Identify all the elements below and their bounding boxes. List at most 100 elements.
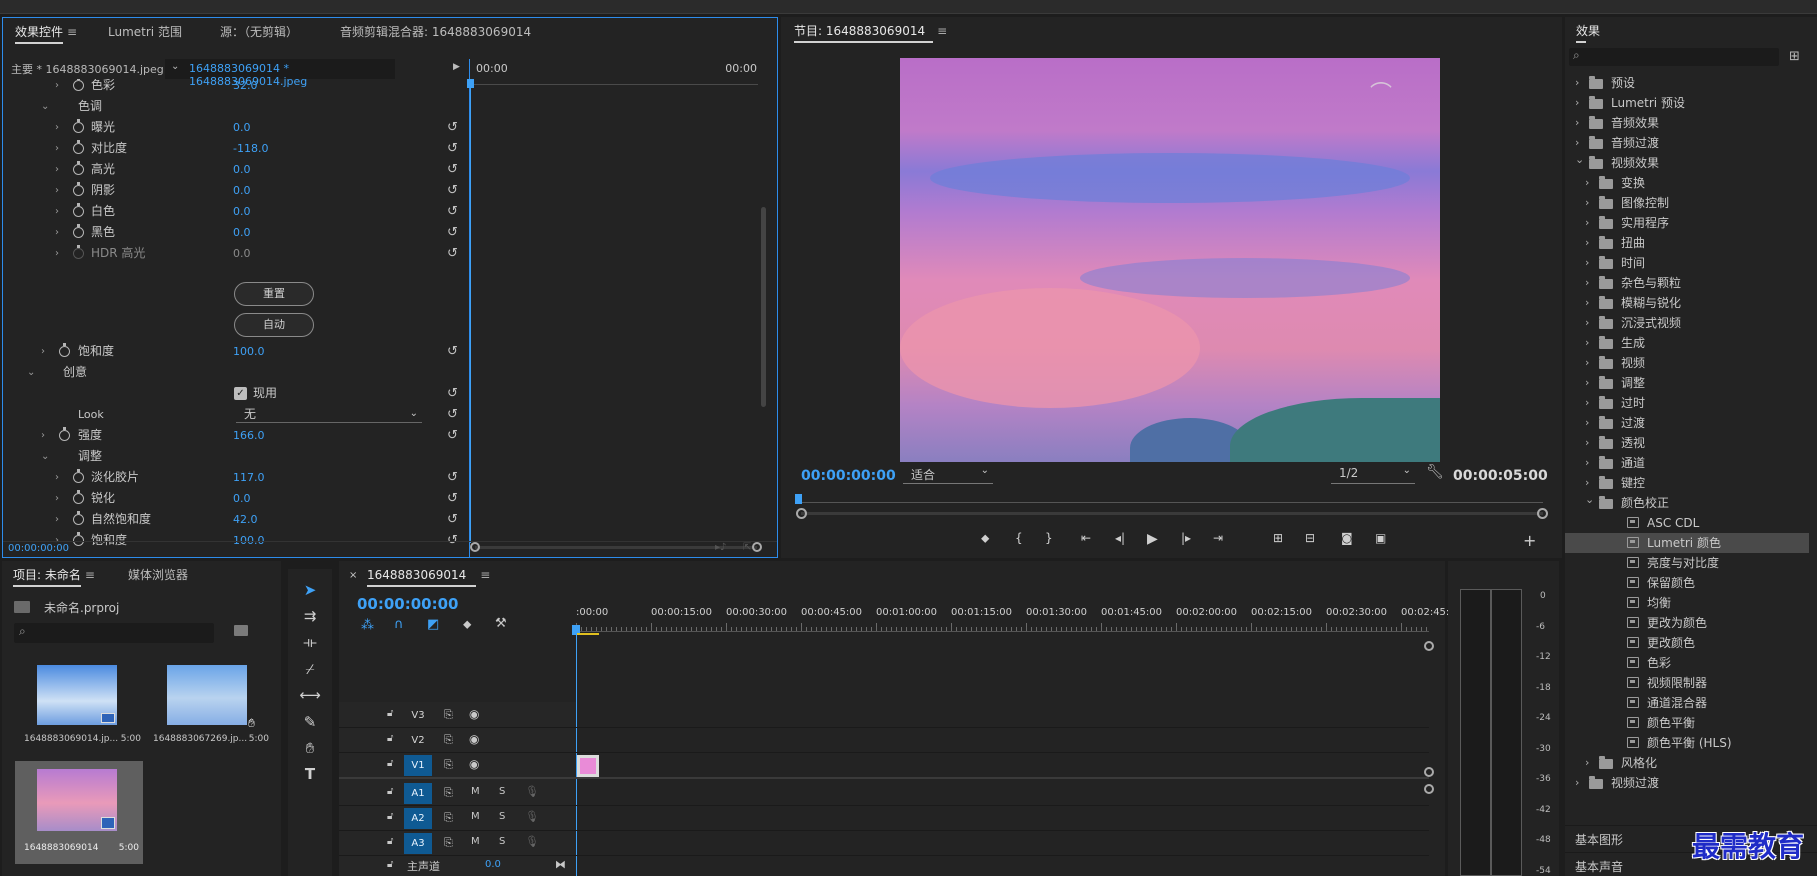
enable-row[interactable]: ✓ 现用 ↺ (3, 383, 469, 404)
chevron-right-icon[interactable]: › (1585, 313, 1589, 333)
chevron-right-icon[interactable]: › (1585, 193, 1589, 213)
new-bin-icon[interactable] (234, 625, 248, 636)
master-value[interactable]: 0.0 (485, 859, 501, 870)
mark-out-icon[interactable]: } (1045, 531, 1053, 545)
lock-icon[interactable]: 🔓︎ (387, 786, 393, 797)
work-area-bar[interactable] (577, 633, 599, 635)
footer-timecode[interactable]: 00:00:00:00 (8, 543, 69, 554)
effects-folder[interactable]: › 视频 (1565, 353, 1809, 373)
effect-item[interactable]: 色彩 (1565, 653, 1809, 673)
property-row-vibrance[interactable]: › 自然饱和度 42.0 ↺ (3, 509, 469, 530)
play-icon[interactable]: ▶ (1147, 531, 1158, 547)
reset-icon[interactable]: ↺ (447, 180, 458, 201)
reset-icon[interactable]: ↺ (447, 383, 458, 404)
wrench-icon[interactable]: 🔧︎ (1426, 464, 1444, 480)
chevron-right-icon[interactable]: › (55, 117, 59, 138)
reset-icon[interactable]: ↺ (447, 467, 458, 488)
effects-folder[interactable]: › 实用程序 (1565, 213, 1809, 233)
track-target-a1[interactable]: A1 (404, 783, 432, 804)
timeline-vscroll-handle[interactable] (1424, 641, 1434, 651)
play-only-icon[interactable]: ▶ (453, 62, 460, 72)
mark-in-icon[interactable]: { (1015, 531, 1023, 545)
property-row-intensity[interactable]: › 强度 166.0 ↺ (3, 425, 469, 446)
track-target-v2[interactable]: V2 (404, 730, 432, 751)
mute-button[interactable]: M (471, 811, 480, 822)
property-value[interactable]: 0.0 (233, 488, 251, 509)
effects-folder[interactable]: › 杂色与颗粒 (1565, 273, 1809, 293)
chevron-right-icon[interactable]: › (1585, 213, 1589, 233)
filter-icon[interactable]: ▸♪ (715, 542, 726, 553)
effect-item[interactable]: 通道混合器 (1565, 693, 1809, 713)
microphone-icon[interactable]: 🎙︎ (525, 810, 539, 823)
property-row-exposure[interactable]: › 曝光 0.0 ↺ (3, 117, 469, 138)
snap-icon[interactable]: ∩ (394, 617, 404, 632)
chevron-right-icon[interactable]: › (1585, 393, 1589, 413)
nest-icon[interactable]: ⁂ (361, 618, 374, 633)
program-playhead[interactable] (795, 494, 802, 504)
enable-checkbox[interactable]: ✓ (234, 387, 247, 400)
stopwatch-icon[interactable] (73, 119, 84, 133)
reset-icon[interactable]: ↺ (447, 509, 458, 530)
microphone-icon[interactable]: 🎙︎ (525, 835, 539, 848)
effects-folder[interactable]: › 音频效果 (1565, 113, 1809, 133)
tab-media-browser[interactable]: 媒体浏览器 (128, 561, 188, 589)
track-target-v3[interactable]: V3 (404, 705, 432, 726)
chevron-right-icon[interactable]: › (1585, 453, 1589, 473)
reset-icon[interactable]: ↺ (447, 488, 458, 509)
effects-folder[interactable]: › 风格化 (1565, 753, 1809, 773)
settings-wrench-icon[interactable]: ⚒ (495, 616, 507, 631)
razor-tool-icon[interactable]: ⌿ (288, 660, 332, 678)
pen-tool-icon[interactable]: ✎ (288, 713, 332, 731)
sync-lock-icon[interactable]: ⎘ (444, 836, 453, 850)
effects-folder[interactable]: › 键控 (1565, 473, 1809, 493)
section-tone[interactable]: ⌄ 色调 (3, 96, 469, 117)
look-select[interactable]: 无 ⌄ (236, 406, 422, 423)
resolution-select[interactable]: 1/2 ⌄ (1331, 465, 1415, 484)
stopwatch-icon[interactable] (73, 182, 84, 196)
chevron-right-icon[interactable]: › (1585, 253, 1589, 273)
sync-lock-icon[interactable]: ⎘ (444, 786, 453, 800)
effects-folder[interactable]: › Lumetri 预设 (1565, 93, 1809, 113)
lock-icon[interactable]: 🔓︎ (387, 811, 393, 822)
tab-lumetri-scopes[interactable]: Lumetri 范围 (108, 18, 182, 46)
section-adjust[interactable]: ⌄ 调整 (3, 446, 469, 467)
export-icon[interactable]: ⇱ (743, 542, 751, 553)
property-row-contrast[interactable]: › 对比度 -118.0 ↺ (3, 138, 469, 159)
reset-icon[interactable]: ↺ (447, 201, 458, 222)
solo-button[interactable]: S (499, 786, 505, 797)
program-title[interactable]: 节目: 1648883069014 ≡ (794, 17, 947, 45)
timeline-timecode[interactable]: 00:00:00:00 (357, 595, 459, 613)
chevron-right-icon[interactable]: › (1585, 233, 1589, 253)
audio-track-a2[interactable]: 🔓︎ A2 ⎘ M S 🎙︎ (339, 807, 1429, 831)
chevron-right-icon[interactable]: › (55, 201, 59, 222)
fit-select[interactable]: 适合 ⌄ (903, 465, 993, 484)
solo-button[interactable]: S (499, 836, 505, 847)
hand-tool-icon[interactable]: ✋︎ (288, 739, 332, 757)
reset-icon[interactable]: ↺ (447, 341, 458, 362)
track-target-v1[interactable]: V1 (404, 755, 432, 776)
project-item-selected[interactable]: 1648883069014 5:00 (15, 761, 143, 864)
property-value[interactable]: 166.0 (233, 425, 265, 446)
reset-icon[interactable]: ↺ (447, 404, 458, 425)
ripple-edit-tool-icon[interactable]: ⟛ (288, 633, 332, 651)
microphone-icon[interactable]: 🎙︎ (525, 785, 539, 798)
video-track-v3[interactable]: 🔓︎ V3 ⎘ ◉ (339, 704, 1429, 728)
timeline-vscroll-handle[interactable] (1424, 767, 1434, 777)
property-row-sharpen[interactable]: › 锐化 0.0 ↺ (3, 488, 469, 509)
chevron-right-icon[interactable]: › (1585, 433, 1589, 453)
effects-folder[interactable]: › 透视 (1565, 433, 1809, 453)
tab-source[interactable]: 源：（无剪辑） (220, 18, 298, 46)
chevron-right-icon[interactable]: › (55, 180, 59, 201)
chevron-right-icon[interactable]: › (1585, 353, 1589, 373)
stopwatch-icon[interactable] (73, 161, 84, 175)
mute-button[interactable]: M (471, 786, 480, 797)
new-custom-bin-icon[interactable]: ⊞ (1789, 49, 1800, 64)
sync-lock-icon[interactable]: ⎘ (444, 708, 453, 722)
chevron-right-icon[interactable]: › (55, 509, 59, 530)
zoom-handle-right[interactable] (1537, 508, 1548, 519)
eye-icon[interactable]: ◉ (469, 757, 479, 771)
add-marker-icon[interactable]: ⬥ (463, 617, 471, 632)
effects-folder[interactable]: › 视频过渡 (1565, 773, 1809, 793)
reset-icon[interactable]: ↺ (447, 243, 458, 264)
effects-folder[interactable]: › 调整 (1565, 373, 1809, 393)
